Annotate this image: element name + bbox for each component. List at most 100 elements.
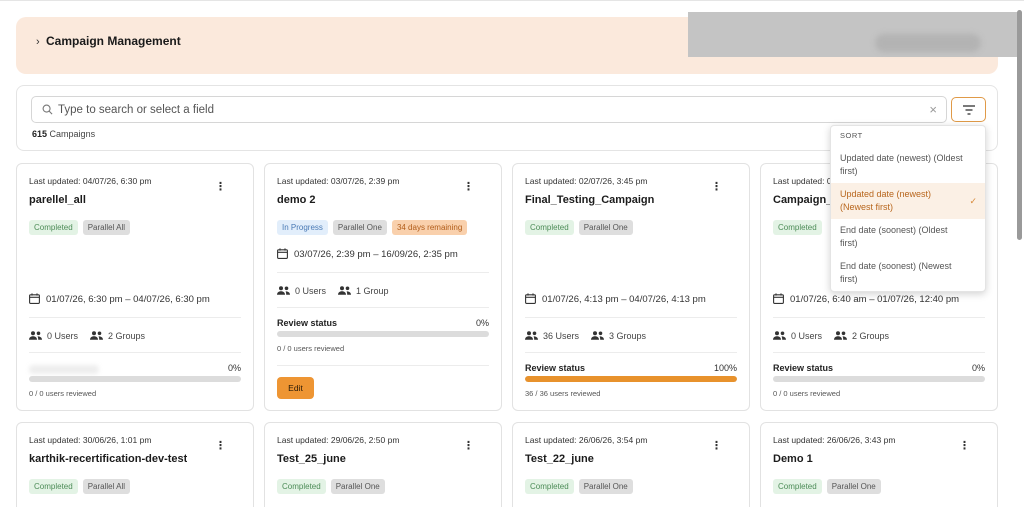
sort-option[interactable]: Updated date (newest) (Oldest first) xyxy=(831,152,985,178)
status-badge: Completed xyxy=(29,220,78,235)
status-badge: Completed xyxy=(525,479,574,494)
search-input[interactable] xyxy=(58,100,918,119)
campaign-card[interactable]: Last updated: 03/07/26, 2:39 pm ⋮ demo 2… xyxy=(264,163,502,411)
type-badge: Parallel One xyxy=(578,479,633,494)
more-options-icon[interactable]: ⋮ xyxy=(711,180,722,193)
review-percent: 0% xyxy=(971,363,985,373)
user-group-counts: 0 Users 2 Groups xyxy=(29,331,145,341)
campaign-card[interactable]: Last updated: 26/06/26, 3:54 pm ⋮ Test_2… xyxy=(512,422,750,507)
date-range-text: 01/07/26, 4:13 pm – 04/07/26, 4:13 pm xyxy=(542,294,706,305)
reviewed-count: 0 / 0 users reviewed xyxy=(277,344,345,353)
campaign-card[interactable]: Last updated: 26/06/26, 3:43 pm ⋮ Demo 1… xyxy=(760,422,998,507)
review-progress-fill xyxy=(525,376,737,382)
campaign-count: 615 Campaigns xyxy=(32,129,95,139)
clear-icon[interactable]: × xyxy=(929,102,937,117)
users-icon xyxy=(277,286,290,295)
page-title: Campaign Management xyxy=(46,34,181,48)
campaign-name: Test_25_june xyxy=(277,453,346,465)
review-status-label xyxy=(29,365,99,374)
top-divider xyxy=(0,0,1024,2)
users-count: 0 Users xyxy=(47,331,79,341)
calendar-icon xyxy=(773,293,784,304)
sort-option-label: Updated date (newest) (Newest first) xyxy=(840,189,932,212)
groups-count: 1 Group xyxy=(356,286,389,296)
edit-button[interactable]: Edit xyxy=(277,377,314,399)
user-group-counts: 0 Users 2 Groups xyxy=(773,331,889,341)
search-box[interactable]: × xyxy=(31,96,947,123)
last-updated: Last updated: 02/07/26, 3:45 pm xyxy=(525,176,648,186)
sort-option-label: End date (soonest) (Oldest first) xyxy=(840,225,948,248)
review-progress-bar xyxy=(277,331,489,337)
reviewed-count: 0 / 0 users reviewed xyxy=(773,389,841,398)
calendar-icon xyxy=(525,293,536,304)
divider xyxy=(277,307,489,308)
campaign-card[interactable]: Last updated: 04/07/26, 6:30 pm ⋮ parell… xyxy=(16,163,254,411)
groups-icon xyxy=(591,331,605,340)
filter-icon xyxy=(963,105,975,115)
campaign-name: karthik-recertification-dev-test xyxy=(29,453,188,465)
users-icon xyxy=(773,331,786,340)
date-range: 01/07/26, 4:13 pm – 04/07/26, 4:13 pm xyxy=(525,293,706,305)
groups-count: 2 Groups xyxy=(852,331,890,341)
campaign-count-label: Campaigns xyxy=(49,129,96,139)
redacted-area xyxy=(688,12,1020,57)
user-group-counts: 0 Users 1 Group xyxy=(277,286,389,296)
sort-heading: SORT xyxy=(840,131,863,140)
groups-icon xyxy=(834,331,848,340)
review-status-label: Review status xyxy=(277,318,338,328)
users-icon xyxy=(29,331,42,340)
chevron-right-icon[interactable]: › xyxy=(36,36,40,48)
more-options-icon[interactable]: ⋮ xyxy=(463,439,474,452)
divider xyxy=(29,352,241,353)
search-icon xyxy=(42,104,53,115)
status-badge: Completed xyxy=(773,220,822,235)
sort-option-label: End date (soonest) (Newest first) xyxy=(840,261,952,284)
campaign-name: Demo 1 xyxy=(773,453,813,465)
calendar-icon xyxy=(277,248,288,259)
campaign-name: Test_22_june xyxy=(525,453,594,465)
more-options-icon[interactable]: ⋮ xyxy=(215,439,226,452)
more-options-icon[interactable]: ⋮ xyxy=(215,180,226,193)
sort-filter-button[interactable] xyxy=(951,97,986,122)
review-progress-bar xyxy=(29,376,241,382)
divider xyxy=(525,352,737,353)
scrollbar[interactable] xyxy=(1017,10,1022,240)
divider xyxy=(525,317,737,318)
date-range: 01/07/26, 6:30 pm – 04/07/26, 6:30 pm xyxy=(29,293,210,305)
more-options-icon[interactable]: ⋮ xyxy=(463,180,474,193)
campaign-name: demo 2 xyxy=(277,194,316,206)
sort-option[interactable]: End date (soonest) (Oldest first) xyxy=(831,224,985,250)
groups-icon xyxy=(338,286,352,295)
type-badge: Parallel All xyxy=(82,220,131,235)
campaign-card[interactable]: Last updated: 30/06/26, 1:01 pm ⋮ karthi… xyxy=(16,422,254,507)
review-status-label: Review status xyxy=(773,363,834,373)
campaign-card[interactable]: Last updated: 02/07/26, 3:45 pm ⋮ Final_… xyxy=(512,163,750,411)
last-updated: Last updated: 30/06/26, 1:01 pm xyxy=(29,435,152,445)
review-status-label: Review status xyxy=(525,363,586,373)
groups-count: 3 Groups xyxy=(609,331,647,341)
campaign-name: parellel_all xyxy=(29,194,86,206)
divider xyxy=(773,317,985,318)
date-range-text: 03/07/26, 2:39 pm – 16/09/26, 2:35 pm xyxy=(294,249,458,260)
more-options-icon[interactable]: ⋮ xyxy=(711,439,722,452)
date-range-text: 01/07/26, 6:40 am – 01/07/26, 12:40 pm xyxy=(790,294,960,305)
type-badge: Parallel One xyxy=(578,220,633,235)
more-options-icon[interactable]: ⋮ xyxy=(959,439,970,452)
last-updated: Last updated: 03/07/26, 2:39 pm xyxy=(277,176,400,186)
campaign-card[interactable]: Last updated: 29/06/26, 2:50 pm ⋮ Test_2… xyxy=(264,422,502,507)
sort-option-label: Updated date (newest) (Oldest first) xyxy=(840,153,963,176)
groups-count: 2 Groups xyxy=(108,331,146,341)
sort-option-selected[interactable]: Updated date (newest) (Newest first) ✓ xyxy=(831,183,985,219)
date-range: 01/07/26, 6:40 am – 01/07/26, 12:40 pm xyxy=(773,293,959,305)
type-badge: Parallel One xyxy=(332,220,387,235)
sort-dropdown: SORT Updated date (newest) (Oldest first… xyxy=(830,125,986,292)
remaining-badge: 34 days remaining xyxy=(391,220,468,235)
status-badge: Completed xyxy=(29,479,78,494)
last-updated: Last updated: 0 xyxy=(773,176,832,186)
review-percent: 0% xyxy=(475,318,489,328)
type-badge: Parallel One xyxy=(826,479,881,494)
calendar-icon xyxy=(29,293,40,304)
status-badge: In Progress xyxy=(277,220,328,235)
sort-option[interactable]: End date (soonest) (Newest first) xyxy=(831,260,985,286)
status-badge: Completed xyxy=(525,220,574,235)
